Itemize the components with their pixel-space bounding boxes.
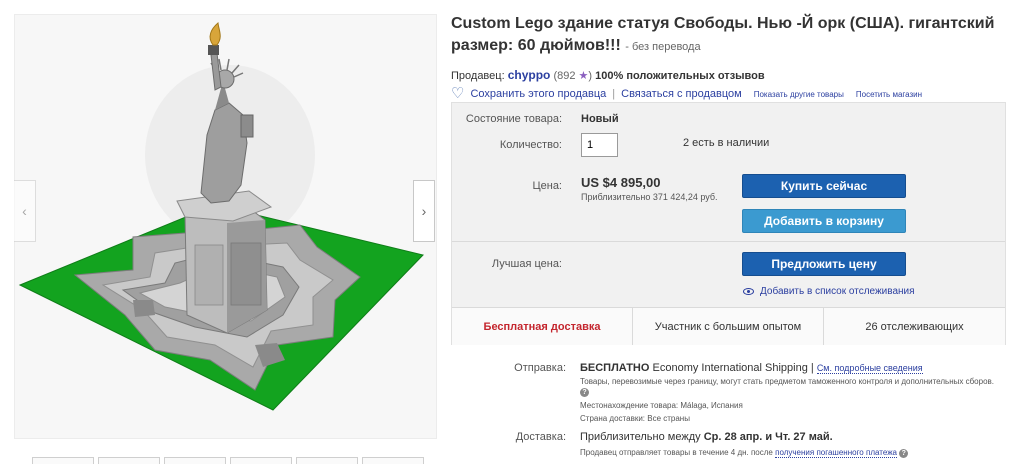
listing-title: Custom Lego здание статуя Свободы. Нью -… <box>451 13 1011 58</box>
visit-store-link[interactable]: Посетить магазин <box>856 90 922 99</box>
watchlist-label: Добавить в список отслеживания <box>760 286 915 297</box>
item-location: Местонахождение товара: Málaga, Испания <box>580 401 743 410</box>
feedback-score[interactable]: (892 <box>553 70 575 82</box>
customs-note-text: Товары, перевозимые через границу, могут… <box>580 377 994 386</box>
shipping-info: БЕСПЛАТНО Economy International Shipping… <box>580 362 923 374</box>
help-icon[interactable]: ? <box>580 388 589 397</box>
save-seller-link[interactable]: Сохранить этого продавца <box>470 88 606 100</box>
quantity-label: Количество: <box>499 139 562 151</box>
seller-name-link[interactable]: chyppo <box>508 68 551 82</box>
handling-note: Продавец отправляет товары в течение 4 д… <box>580 448 909 458</box>
customs-note: Товары, перевозимые через границу, могут… <box>580 377 1000 397</box>
contact-seller-link[interactable]: Связаться с продавцом <box>621 88 742 100</box>
delivery-estimate: Приблизительно между Ср. 28 апр. и Чт. 2… <box>580 431 833 443</box>
quantity-input[interactable] <box>581 133 618 157</box>
thumbnail[interactable] <box>32 457 94 464</box>
free-shipping-badge: Бесплатная доставка <box>452 308 633 345</box>
ships-to: Страна доставки: Все страны <box>580 414 690 423</box>
available-quantity: 2 есть в наличии <box>683 137 770 149</box>
heart-icon[interactable]: ♡ <box>451 86 464 101</box>
delivery-dates: Ср. 28 апр. и Чт. 27 май. <box>703 431 833 443</box>
make-offer-button[interactable]: Предложить цену <box>742 252 906 276</box>
feedback-close: ) <box>588 70 593 82</box>
statue-of-liberty-lego-image[interactable] <box>15 15 438 440</box>
separator: | <box>612 88 616 100</box>
image-gallery[interactable] <box>14 14 437 439</box>
stats-bar: Бесплатная доставка Участник с большим о… <box>452 307 1005 345</box>
price-approx: Приблизительно 371 424,24 руб. <box>581 192 718 202</box>
shipping-service: Economy International Shipping | <box>652 362 814 374</box>
thumbnail-strip <box>32 457 424 464</box>
price-value: US $4 895,00 <box>581 175 661 190</box>
condition-value: Новый <box>581 113 619 125</box>
shipping-free: БЕСПЛАТНО <box>580 362 650 374</box>
price-label: Цена: <box>532 180 562 192</box>
buy-now-button[interactable]: Купить сейчас <box>742 174 906 198</box>
thumbnail[interactable] <box>362 457 424 464</box>
condition-label: Состояние товара: <box>465 113 562 125</box>
delivery-label: Доставка: <box>515 431 566 443</box>
thumbnail[interactable] <box>296 457 358 464</box>
payment-link[interactable]: получения погашенного платежа <box>775 448 897 458</box>
thumbnail[interactable] <box>164 457 226 464</box>
no-translation-note: - без перевода <box>625 41 701 53</box>
shipping-details-link[interactable]: См. подробные сведения <box>816 363 923 374</box>
positive-feedback: 100% положительных отзывов <box>595 70 765 82</box>
purple-star-icon: ★ <box>578 70 589 82</box>
shipping-label: Отправка: <box>514 362 566 374</box>
chevron-left-icon: ‹ <box>22 203 27 219</box>
eye-icon <box>743 288 754 295</box>
watchers-count: 26 отслеживающих <box>824 308 1005 345</box>
best-offer-label: Лучшая цена: <box>491 258 562 270</box>
delivery-text: Приблизительно между <box>580 431 701 443</box>
seller-info: Продавец: chyppo (892 ★) 100% положитель… <box>451 68 765 82</box>
previous-image-button[interactable]: ‹ <box>14 180 36 242</box>
seller-actions: ♡ Сохранить этого продавца | Связаться с… <box>451 86 922 101</box>
chevron-right-icon: › <box>421 203 427 219</box>
add-to-cart-button[interactable]: Добавить в корзину <box>742 209 906 233</box>
other-items-link[interactable]: Показать другие товары <box>754 90 844 99</box>
next-image-button[interactable]: › <box>413 180 435 242</box>
handling-note-text: Продавец отправляет товары в течение 4 д… <box>580 448 773 457</box>
help-icon[interactable]: ? <box>899 449 909 458</box>
thumbnail[interactable] <box>98 457 160 464</box>
divider <box>452 241 1005 242</box>
purchase-box: Состояние товара: Новый Количество: 2 ес… <box>451 102 1006 345</box>
add-to-watchlist-link[interactable]: Добавить в список отслеживания <box>743 286 915 297</box>
top-seller-badge: Участник с большим опытом <box>633 308 824 345</box>
listing-title-text: Custom Lego здание статуя Свободы. Нью -… <box>451 15 995 54</box>
thumbnail[interactable] <box>230 457 292 464</box>
seller-label: Продавец: <box>451 70 505 82</box>
